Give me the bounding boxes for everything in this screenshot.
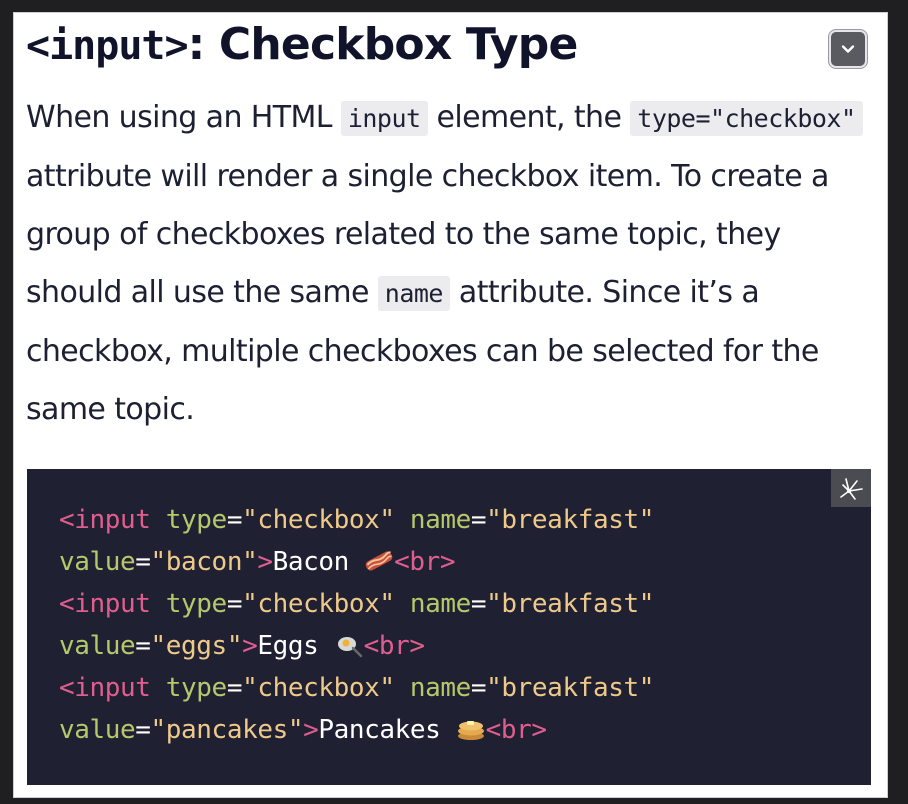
code-string: "checkbox" xyxy=(242,589,395,619)
code-equals: = xyxy=(470,673,487,703)
code-equals: = xyxy=(470,505,487,535)
code-attr: name xyxy=(409,505,471,535)
code-text: Bacon xyxy=(272,547,365,577)
code-tag: <br> xyxy=(363,631,425,661)
code-block: <input type="checkbox" name="breakfast" … xyxy=(27,469,871,785)
code-line: <input type="checkbox" name="breakfast" … xyxy=(59,673,654,745)
code-equals: = xyxy=(226,505,243,535)
heading-tag: <input> xyxy=(26,23,189,69)
code-attr: type xyxy=(165,589,227,619)
code-string: "eggs" xyxy=(150,631,243,661)
code-tag: <input xyxy=(59,673,151,703)
collapse-button[interactable] xyxy=(829,30,867,68)
inline-code-type: type="checkbox" xyxy=(630,101,863,136)
code-string: "checkbox" xyxy=(242,505,395,535)
code-tag: > xyxy=(257,547,273,577)
code-string: "checkbox" xyxy=(242,673,395,703)
code-line: <input type="checkbox" name="breakfast" … xyxy=(59,589,654,661)
code-attr: value xyxy=(59,547,136,577)
code-equals: = xyxy=(135,547,151,577)
code-attr: value xyxy=(59,715,136,745)
description-paragraph: When using an HTML input element, the ty… xyxy=(26,89,876,439)
inline-code-input: input xyxy=(340,101,428,136)
sparkle-copy-icon xyxy=(840,478,863,500)
code-text: Eggs xyxy=(257,631,334,661)
code-equals: = xyxy=(226,673,243,703)
code-string: "breakfast" xyxy=(486,589,654,619)
code-equals: = xyxy=(135,631,151,661)
code-attr: type xyxy=(165,505,227,535)
text-span: When using an HTML xyxy=(26,100,341,135)
heading-title: : Checkbox Type xyxy=(187,19,579,70)
pancakes-emoji-icon xyxy=(457,721,484,740)
code-string: "bacon" xyxy=(150,547,258,577)
code-equals: = xyxy=(135,715,151,745)
code-tag: > xyxy=(242,631,258,661)
code-content: <input type="checkbox" name="breakfast" … xyxy=(59,499,654,751)
text-span: element, the xyxy=(427,100,631,135)
code-attr: type xyxy=(165,673,227,703)
code-attr: name xyxy=(409,673,471,703)
code-tag: <br> xyxy=(485,715,547,745)
code-tag: > xyxy=(303,715,319,745)
code-attr: value xyxy=(59,631,136,661)
fried-egg-emoji-icon xyxy=(337,637,362,658)
section-heading: <input>: Checkbox Type xyxy=(26,17,578,74)
code-tag: <input xyxy=(59,589,151,619)
code-text: Pancakes xyxy=(318,715,456,745)
code-tag: <br> xyxy=(394,547,456,577)
code-attr: name xyxy=(409,589,471,619)
code-equals: = xyxy=(470,589,487,619)
code-string: "breakfast" xyxy=(486,673,654,703)
code-equals: = xyxy=(226,589,243,619)
copy-code-button[interactable] xyxy=(831,469,871,507)
code-string: "breakfast" xyxy=(486,505,654,535)
content-card: <input>: Checkbox Type When using an HTM… xyxy=(13,12,888,798)
bacon-emoji-icon xyxy=(365,551,393,571)
code-line: <input type="checkbox" name="breakfast" … xyxy=(59,505,654,577)
inline-code-name: name xyxy=(377,276,450,311)
code-string: "pancakes" xyxy=(150,715,304,745)
chevron-down-icon xyxy=(841,45,855,53)
code-tag: <input xyxy=(59,505,151,535)
